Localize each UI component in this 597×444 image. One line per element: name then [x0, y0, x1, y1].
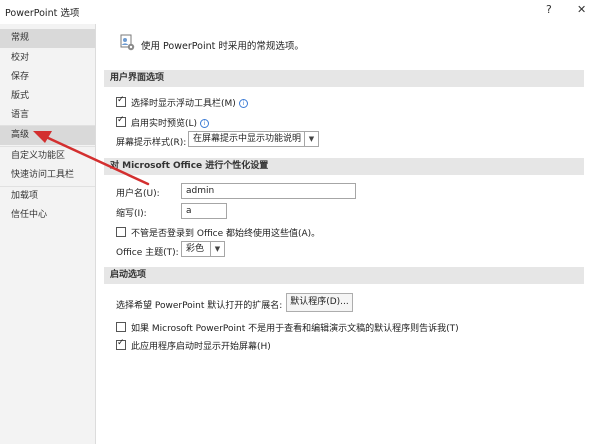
mini-toolbar-option[interactable]: 选择时显示浮动工具栏(M)i — [116, 95, 248, 109]
section-startup: 启动选项 — [104, 267, 584, 284]
always-use-label: 不管是否登录到 Office 都始终使用这些值(A)。 — [131, 229, 321, 239]
initials-label: 缩写(I): — [116, 209, 147, 219]
show-start-screen-label: 此应用程序启动时显示开始屏幕(H) — [131, 342, 271, 352]
section-personalize: 对 Microsoft Office 进行个性化设置 — [104, 158, 584, 175]
username-label: 用户名(U): — [116, 189, 160, 199]
sidebar-item-general[interactable]: 常规 — [0, 29, 95, 48]
tooltip-style-label: 屏幕提示样式(R): — [116, 138, 187, 148]
mini-toolbar-label: 选择时显示浮动工具栏(M) — [131, 99, 236, 109]
office-theme-value: 彩色 — [186, 244, 205, 254]
sidebar-item-proofing[interactable]: 校对 — [0, 49, 95, 68]
tell-me-checkbox[interactable] — [116, 322, 126, 332]
settings-users-icon — [120, 34, 135, 51]
sidebar: 常规 校对 保存 版式 语言 高级 自定义功能区 快速访问工具栏 加载项 信任中… — [0, 24, 96, 444]
default-programs-button[interactable]: 默认程序(D)... — [286, 293, 353, 312]
show-start-screen-checkbox[interactable] — [116, 338, 126, 350]
help-button[interactable]: ? — [546, 3, 552, 16]
mini-toolbar-checkbox[interactable] — [116, 95, 126, 107]
username-input[interactable]: admin — [181, 183, 356, 199]
always-use-checkbox[interactable] — [116, 227, 126, 237]
tell-me-label: 如果 Microsoft PowerPoint 不是用于查看和编辑演示文稿的默认… — [131, 324, 459, 334]
sidebar-item-advanced[interactable]: 高级 — [0, 126, 95, 145]
tooltip-style-value: 在屏幕提示中显示功能说明 — [193, 134, 302, 144]
info-icon: i — [200, 119, 210, 128]
sidebar-item-save[interactable]: 保存 — [0, 68, 95, 87]
initials-input[interactable]: a — [181, 203, 227, 219]
page-description: 使用 PowerPoint 时采用的常规选项。 — [141, 41, 304, 52]
sidebar-item-layout[interactable]: 版式 — [0, 87, 95, 106]
info-icon: i — [238, 99, 248, 108]
sidebar-item-language[interactable]: 语言 — [0, 106, 95, 125]
show-start-screen-option[interactable]: 此应用程序启动时显示开始屏幕(H) — [116, 338, 271, 352]
always-use-option[interactable]: 不管是否登录到 Office 都始终使用这些值(A)。 — [116, 226, 320, 239]
live-preview-checkbox[interactable] — [116, 115, 126, 127]
window-title: PowerPoint 选项 — [5, 8, 80, 19]
main-panel: 使用 PowerPoint 时采用的常规选项。 用户界面选项 选择时显示浮动工具… — [96, 24, 597, 444]
chevron-down-icon: ▼ — [304, 132, 318, 146]
sidebar-item-quick-access-toolbar[interactable]: 快速访问工具栏 — [0, 166, 95, 185]
sidebar-item-trust-center[interactable]: 信任中心 — [0, 206, 95, 225]
live-preview-label: 启用实时预览(L) — [131, 119, 198, 129]
office-theme-label: Office 主题(T): — [116, 248, 179, 258]
default-extension-label: 选择希望 PowerPoint 默认打开的扩展名: — [116, 301, 283, 311]
close-button[interactable]: ✕ — [577, 3, 586, 16]
live-preview-option[interactable]: 启用实时预览(L)i — [116, 115, 210, 129]
sidebar-item-addins[interactable]: 加载项 — [0, 187, 95, 206]
office-theme-select[interactable]: 彩色 ▼ — [181, 241, 225, 257]
chevron-down-icon: ▼ — [210, 242, 224, 256]
section-ui-options: 用户界面选项 — [104, 70, 584, 87]
tooltip-style-select[interactable]: 在屏幕提示中显示功能说明 ▼ — [188, 131, 319, 147]
tell-me-option[interactable]: 如果 Microsoft PowerPoint 不是用于查看和编辑演示文稿的默认… — [116, 321, 459, 334]
title-bar: PowerPoint 选项 ? ✕ — [0, 0, 597, 24]
sidebar-item-customize-ribbon[interactable]: 自定义功能区 — [0, 147, 95, 166]
